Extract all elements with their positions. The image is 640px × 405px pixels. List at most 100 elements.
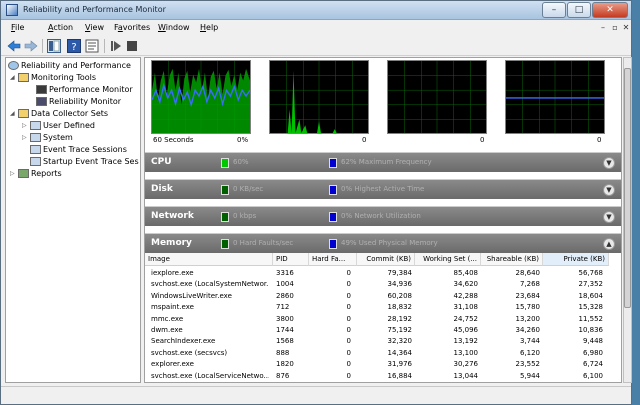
help-icon[interactable]: ? (67, 39, 81, 53)
cell-image: explorer.exe (151, 360, 194, 369)
menu-help[interactable]: Help (200, 23, 218, 32)
minimize-button[interactable]: – (542, 2, 566, 18)
section-title: Disk (151, 184, 173, 194)
tree-item-system[interactable]: ▷ System (22, 132, 73, 144)
cpu-graph-time-label: 60 Seconds (153, 136, 194, 144)
status-bar (1, 386, 631, 404)
menu-favorites[interactable]: Favorites (114, 23, 150, 32)
cpu-frequency-swatch (329, 158, 337, 168)
table-row[interactable]: WindowsLiveWriter.exe 2860 0 60,208 42,288 23… (145, 291, 621, 302)
cpu-frequency-value: 62% Maximum Frequency (341, 158, 432, 166)
cell-shareable: 23,552 (515, 360, 541, 369)
table-row[interactable]: iexplore.exe 3316 0 79,384 85,408 28,640 56,76… (145, 268, 621, 279)
stop-icon[interactable] (125, 39, 139, 53)
cell-pid: 3316 (276, 269, 294, 277)
maximize-button[interactable]: □ (567, 2, 591, 18)
collapse-triangle-icon[interactable]: ◢ (10, 72, 18, 84)
back-arrow-icon[interactable] (7, 39, 21, 53)
vertical-scrollbar[interactable] (623, 57, 632, 383)
cell-commit: 34,936 (387, 280, 413, 289)
cell-working-set: 31,108 (453, 303, 479, 312)
column-header-private[interactable]: Private (KB) (543, 253, 609, 266)
collapse-triangle-icon[interactable]: ◢ (10, 108, 18, 120)
tree-label: Startup Event Trace Ses (43, 157, 139, 166)
cell-image: dwm.exe (151, 326, 183, 334)
chevron-down-icon[interactable]: ▼ (603, 157, 615, 169)
child-minimize-button[interactable]: – (598, 23, 608, 33)
cell-shareable: 7,268 (519, 280, 540, 289)
network-graph-value-label: 0 (480, 136, 485, 144)
expand-triangle-icon[interactable]: ▷ (22, 132, 30, 144)
chevron-down-icon[interactable]: ▼ (603, 211, 615, 223)
cell-commit: 14,364 (387, 348, 413, 357)
cell-image: mmc.exe (151, 314, 184, 323)
cpu-graph (151, 60, 251, 134)
menu-action[interactable]: Action (48, 23, 73, 32)
show-hide-tree-icon[interactable] (47, 39, 61, 53)
cell-shareable: 3,744 (519, 337, 540, 346)
reports-icon (18, 169, 29, 178)
tree-item-reliability-and-performance[interactable]: Reliability and Performance (8, 60, 131, 72)
menu-window[interactable]: Window (158, 23, 190, 32)
chevron-down-icon[interactable]: ▼ (603, 184, 615, 196)
tree-item-data-collector-sets[interactable]: ◢ Data Collector Sets (10, 108, 108, 120)
cell-pid: 712 (276, 303, 290, 312)
memory-faults-swatch (221, 239, 229, 249)
cell-private: 6,100 (582, 371, 603, 380)
cell-shareable: 34,260 (515, 326, 541, 334)
properties-icon[interactable] (85, 39, 99, 53)
cell-shareable: 5,944 (519, 371, 540, 380)
cell-pid: 2860 (276, 291, 294, 300)
table-row[interactable]: svchost.exe (LocalServiceNetwo... 876 0 16,… (145, 371, 621, 382)
play-icon[interactable] (109, 39, 123, 53)
table-row[interactable]: explorer.exe 1820 0 31,976 30,276 23,552 6,724 (145, 359, 621, 370)
table-row[interactable]: mmc.exe 3800 0 28,192 24,752 13,200 11,552 (145, 314, 621, 325)
table-row[interactable]: svchost.exe (LocalSystemNetwor... 1004 0 34… (145, 279, 621, 290)
column-header-commit[interactable]: Commit (KB) (357, 253, 415, 266)
table-row[interactable]: dwm.exe 1744 0 75,192 45,096 34,260 10,836 (145, 325, 621, 336)
memory-graph-value-label: 0 (597, 136, 602, 144)
network-section-header[interactable]: Network 0 kbps 0% Network Utilization ▼ (145, 206, 621, 226)
tree-label: Reliability and Performance (21, 61, 131, 70)
column-header-hard-faults[interactable]: Hard Fa... (309, 253, 357, 266)
menu-file[interactable]: File (11, 23, 24, 32)
child-restore-button[interactable]: ▫ (610, 23, 620, 33)
cpu-section-header[interactable]: CPU 60% 62% Maximum Frequency ▼ (145, 152, 621, 172)
cell-commit: 60,208 (387, 291, 413, 300)
column-header-image[interactable]: Image (145, 253, 273, 266)
memory-section-header[interactable]: Memory 0 Hard Faults/sec 49% Used Physic… (145, 233, 621, 253)
scrollbar-thumb[interactable] (624, 68, 631, 308)
title-bar[interactable]: Reliability and Performance Monitor – □ … (1, 1, 631, 20)
tree-item-monitoring-tools[interactable]: ◢ Monitoring Tools (10, 72, 96, 84)
cell-private: 11,552 (578, 314, 604, 323)
cell-private: 6,724 (582, 360, 603, 369)
tree-item-event-trace-sessions[interactable]: Event Trace Sessions (30, 144, 127, 156)
column-header-working-set[interactable]: Working Set (... (415, 253, 481, 266)
cell-hard-faults: 0 (346, 337, 351, 346)
tree-item-reports[interactable]: ▷ Reports (10, 168, 62, 180)
menu-view[interactable]: View (85, 23, 104, 32)
svg-text:?: ? (71, 42, 76, 53)
column-header-shareable[interactable]: Shareable (KB) (481, 253, 543, 266)
cell-working-set: 34,620 (453, 280, 479, 289)
table-row[interactable]: svchost.exe (secsvcs) 888 0 14,364 13,100 6,1… (145, 348, 621, 359)
cell-hard-faults: 0 (346, 314, 351, 323)
chevron-up-icon[interactable]: ▲ (603, 238, 615, 250)
child-close-button[interactable]: ✕ (621, 23, 631, 33)
forward-arrow-icon[interactable] (24, 39, 38, 53)
menu-bar: File Action View Favorites Window Help (1, 21, 631, 35)
table-row[interactable]: mspaint.exe 712 0 18,832 31,108 15,780 15,328 (145, 302, 621, 313)
tree-label: Monitoring Tools (31, 73, 97, 82)
tree-item-user-defined[interactable]: ▷ User Defined (22, 120, 95, 132)
disk-section-header[interactable]: Disk 0 KB/sec 0% Highest Active Time ▼ (145, 179, 621, 199)
tree-item-performance-monitor[interactable]: Performance Monitor (36, 84, 133, 96)
tree-item-reliability-monitor[interactable]: Reliability Monitor (36, 96, 121, 108)
column-header-pid[interactable]: PID (273, 253, 309, 266)
close-button[interactable]: ✕ (592, 2, 628, 18)
expand-triangle-icon[interactable]: ▷ (10, 168, 18, 180)
table-row[interactable]: SearchIndexer.exe 1568 0 32,320 13,192 3,744 9… (145, 336, 621, 347)
cell-shareable: 13,200 (515, 314, 541, 323)
cell-private: 18,604 (578, 291, 604, 300)
expand-triangle-icon[interactable]: ▷ (22, 120, 30, 132)
tree-item-startup-event-trace-sessions[interactable]: Startup Event Trace Ses (30, 156, 139, 168)
